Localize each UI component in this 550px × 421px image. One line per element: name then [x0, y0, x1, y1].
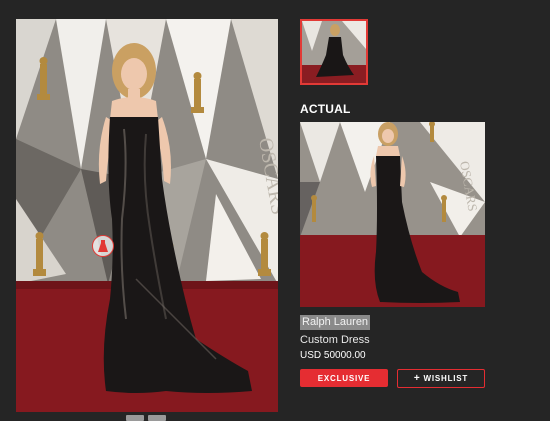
wishlist-label: WISHLIST	[423, 374, 469, 383]
plus-icon: +	[413, 373, 421, 384]
brand-name[interactable]: Ralph Lauren	[300, 315, 371, 330]
dress-hotspot-icon[interactable]	[92, 235, 114, 257]
thumbnail-image[interactable]	[300, 19, 368, 85]
actual-heading: ACTUAL	[300, 102, 351, 116]
actual-product-photo: OSCARS	[300, 122, 485, 307]
carousel-dot[interactable]	[148, 415, 166, 421]
product-name: Custom Dress	[300, 334, 370, 346]
product-price: USD 50000.00	[300, 350, 366, 361]
carousel-dot[interactable]	[126, 415, 144, 421]
exclusive-button[interactable]: EXCLUSIVE	[300, 369, 388, 387]
wishlist-button[interactable]: + WISHLIST	[397, 369, 485, 388]
main-product-photo: OSCARS	[16, 19, 278, 412]
